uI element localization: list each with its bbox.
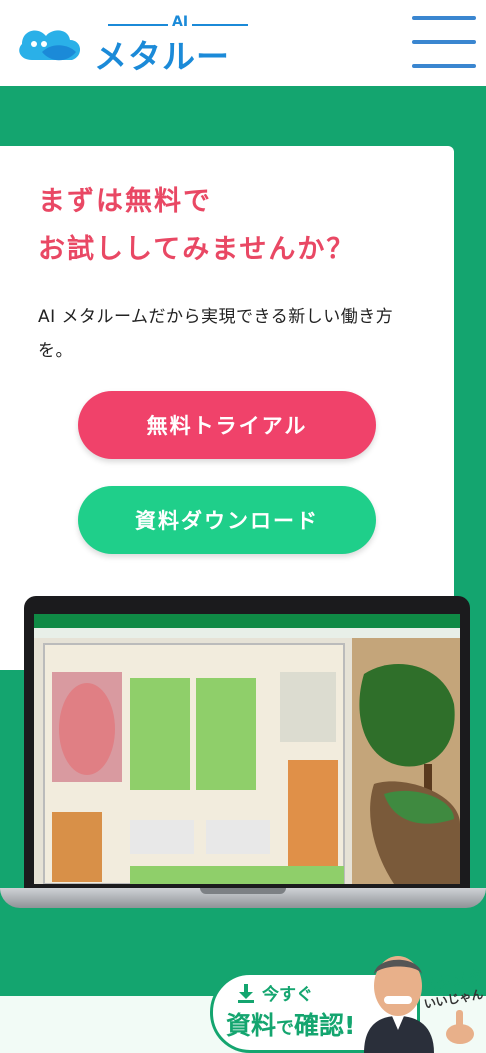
free-trial-button[interactable]: 無料トライアル (78, 391, 376, 459)
document-cta-banner[interactable]: 今すぐ 資料で確認! メタメタ いいじゃん (210, 956, 486, 1053)
banner-top-label: 今すぐ (236, 980, 313, 1005)
description: AI メタルームだから実現できる新しい働き方を。 (38, 307, 394, 361)
document-download-button[interactable]: 資料ダウンロード (78, 486, 376, 554)
laptop-mockup (0, 596, 486, 912)
headline: まずは無料で お試ししてみませんか？ (38, 178, 355, 274)
banner-main-label: 資料で確認! (226, 1011, 356, 1040)
hamburger-menu-icon[interactable] (412, 14, 476, 70)
logo-mark-icon (19, 30, 81, 61)
virtual-office-screenshot (34, 614, 460, 884)
logo[interactable]: AI メタルーム (12, 14, 248, 124)
site-header: AI メタルーム (0, 0, 486, 124)
headline-line-1: まずは無料で (38, 186, 212, 217)
laptop-notch (200, 888, 286, 894)
download-arrow-icon (238, 983, 254, 1003)
headline-line-2: お試ししてみませんか？ (38, 234, 356, 265)
